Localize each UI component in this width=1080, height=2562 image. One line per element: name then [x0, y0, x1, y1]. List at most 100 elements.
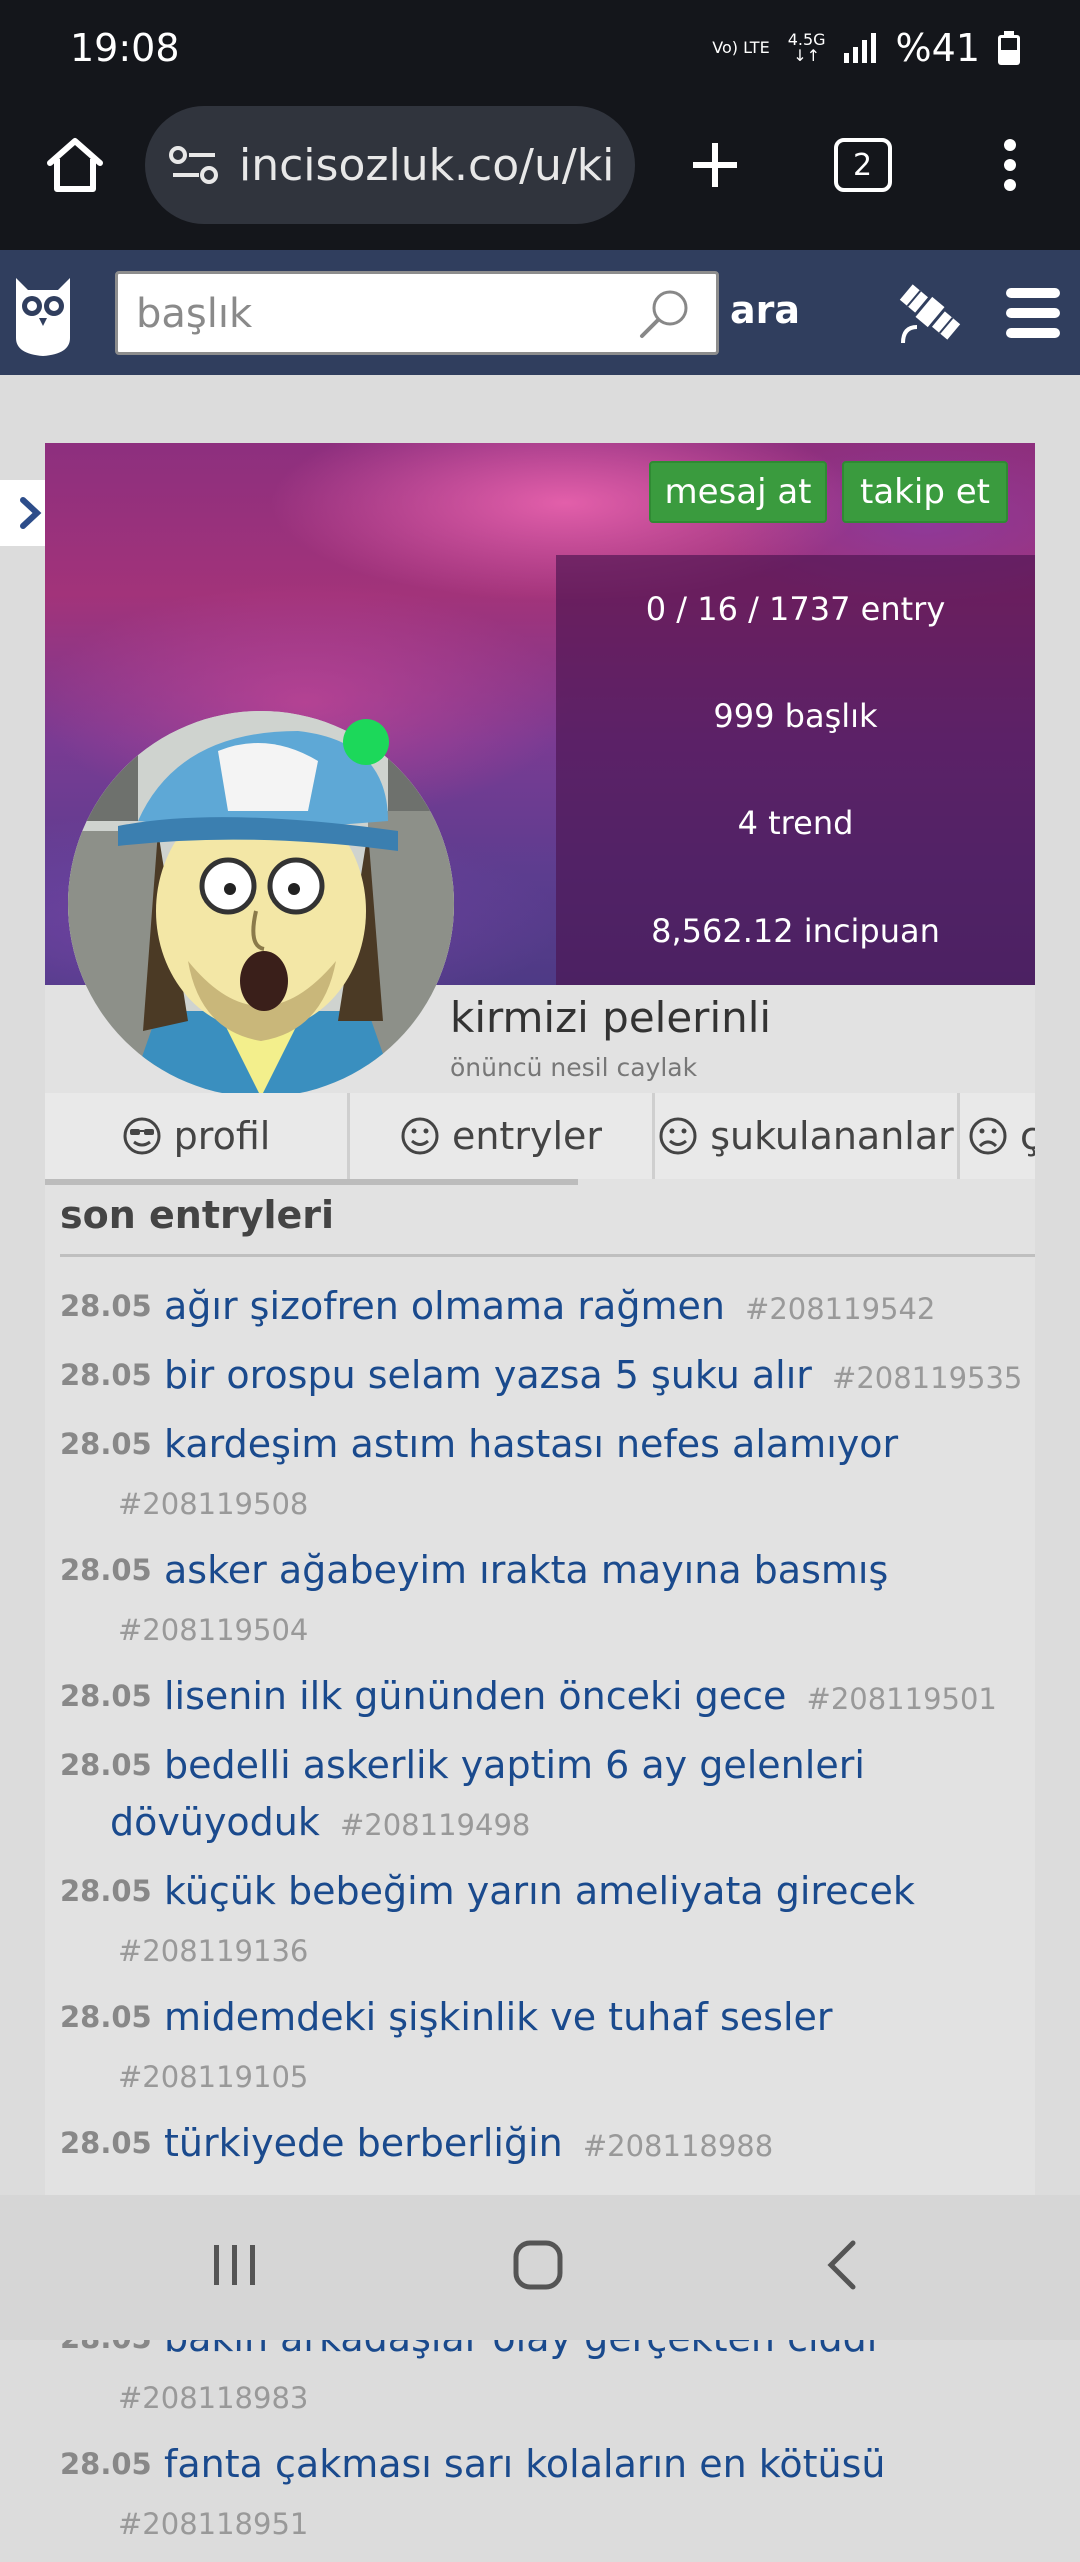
list-item[interactable]: 28.05 bir orospu selam yazsa 5 şuku alır … — [60, 1347, 1035, 1407]
entry-date: 28.05 — [60, 1358, 152, 1392]
new-tab-button[interactable] — [680, 130, 750, 200]
browser-menu-button[interactable] — [975, 130, 1045, 200]
tab-cuklananlar[interactable]: ç — [960, 1093, 1035, 1179]
list-item[interactable]: 28.05 bedelli askerlik yaptim 6 ay gelenl… — [60, 1737, 1035, 1854]
plus-icon — [693, 143, 737, 187]
tab-sukulananlar[interactable]: şukulananlar — [655, 1093, 960, 1179]
entry-title-link[interactable]: kardeşim astım hastası nefes alamıyor — [164, 1422, 898, 1466]
entry-id-link[interactable]: #208119535 — [832, 1361, 1022, 1395]
address-bar[interactable]: incisozluk.co/u/ki — [145, 106, 635, 224]
site-logo[interactable] — [8, 268, 78, 358]
entry-title-link[interactable]: küçük bebeğim yarın ameliyata girecek — [164, 1869, 915, 1913]
chevron-right-icon — [20, 497, 42, 529]
home-icon — [47, 138, 103, 192]
back-icon — [827, 2240, 856, 2290]
entry-date: 28.05 — [60, 2126, 152, 2160]
entry-date: 28.05 — [60, 1874, 152, 1908]
home-nav-button[interactable] — [503, 2230, 573, 2300]
entry-body: lisenin ilk gününden önceki gece #208119… — [110, 1668, 1035, 1728]
smile-icon — [659, 1117, 697, 1155]
entry-id-link[interactable]: #208118983 — [118, 2381, 308, 2415]
entry-id-link[interactable]: #208119136 — [118, 1934, 308, 1968]
entry-title-link[interactable]: bir orospu selam yazsa 5 şuku alır — [164, 1353, 812, 1397]
entry-body: kardeşim astım hastası nefes alamıyor #2… — [110, 1416, 1035, 1533]
satellite-button[interactable] — [890, 272, 970, 352]
status-icons: Vo) LTE 4.5G ↓↑ %41 — [712, 26, 1020, 70]
search-box — [115, 271, 719, 355]
battery-percent: %41 — [895, 26, 980, 70]
entry-id-link[interactable]: #208119105 — [118, 2060, 308, 2094]
tab-profil[interactable]: profil — [45, 1093, 350, 1179]
tab-entryler-label: entryler — [451, 1114, 603, 1158]
list-item[interactable]: 28.05 fanta çakması sarı kolaların en köt… — [60, 2436, 1035, 2553]
satellite-icon — [899, 284, 961, 344]
battery-icon — [998, 31, 1020, 65]
entry-date: 28.05 — [60, 1748, 152, 1782]
stat-title-count: 999 başlık — [713, 697, 878, 735]
tab-switcher-button[interactable]: 2 — [830, 135, 895, 195]
entry-body: küçük bebeğim yarın ameliyata girecek #2… — [110, 1863, 1035, 1980]
entry-body: asker ağabeyim ırakta mayına basmış #208… — [110, 1542, 1035, 1659]
search-input[interactable] — [118, 274, 638, 354]
home-nav-icon — [513, 2240, 563, 2290]
search-button[interactable]: ara — [730, 288, 800, 332]
entry-title-link[interactable]: fanta çakması sarı kolaların en kötüsü — [164, 2442, 886, 2486]
list-item[interactable]: 28.05 küçük bebeğim yarın ameliyata girec… — [60, 1863, 1035, 1980]
follow-button[interactable]: takip et — [842, 461, 1008, 523]
entry-title-link[interactable]: türkiyede berberliğin — [164, 2121, 563, 2165]
status-bar: 19:08 Vo) LTE 4.5G ↓↑ %41 — [0, 0, 1080, 100]
stat-trend-count: 4 trend — [737, 804, 854, 842]
signal-icon — [843, 33, 876, 63]
tab-sukulananlar-label: şukulananlar — [710, 1114, 954, 1158]
entry-id-link[interactable]: #208118988 — [583, 2129, 773, 2163]
entry-body: türkiyede berberliğin #208118988 — [110, 2115, 1035, 2175]
home-button[interactable] — [40, 130, 110, 200]
section-divider — [60, 1254, 1035, 1257]
site-settings-icon — [169, 146, 218, 184]
entry-date: 28.05 — [60, 1289, 152, 1323]
tab-count: 2 — [833, 138, 892, 192]
entry-date: 28.05 — [60, 2000, 152, 2034]
back-nav-button[interactable] — [808, 2230, 878, 2300]
list-item[interactable]: 28.05 türkiyede berberliğin #208118988 — [60, 2115, 1035, 2175]
profile-rank: önüncü nesil caylak — [450, 1053, 698, 1082]
network-speed-indicator: 4.5G ↓↑ — [787, 30, 826, 65]
entry-id-link[interactable]: #208119498 — [340, 1808, 530, 1842]
entry-id-link[interactable]: #208119501 — [807, 1682, 997, 1716]
system-nav-bar — [0, 2195, 1080, 2340]
smile-icon — [401, 1117, 439, 1155]
recent-apps-icon — [214, 2245, 255, 2285]
status-time: 19:08 — [70, 26, 180, 70]
section-title: son entryleri — [60, 1193, 335, 1237]
entry-id-link[interactable]: #208118951 — [118, 2507, 308, 2541]
profile-tabs: profil entryler şukulananlar ç — [45, 1093, 1035, 1185]
list-item[interactable]: 28.05 lisenin ilk gününden önceki gece #2… — [60, 1668, 1035, 1728]
profile-card: mesaj at takip et 0 / 16 / 1737 entry 99… — [45, 443, 1035, 2541]
avatar[interactable] — [68, 711, 454, 1097]
entry-date: 28.05 — [60, 2447, 152, 2481]
hamburger-icon — [1006, 288, 1060, 338]
entry-id-link[interactable]: #208119542 — [745, 1292, 935, 1326]
recent-apps-button[interactable] — [200, 2230, 270, 2300]
entry-title-link[interactable]: midemdeki şişkinlik ve tuhaf sesler — [164, 1995, 833, 2039]
more-vert-icon — [1004, 139, 1016, 191]
entry-body: fanta çakması sarı kolaların en kötüsü #… — [110, 2436, 1035, 2553]
list-item[interactable]: 28.05 midemdeki şişkinlik ve tuhaf sesler… — [60, 1989, 1035, 2106]
entry-id-link[interactable]: #208119504 — [118, 1613, 308, 1647]
owl-logo-icon — [16, 278, 70, 356]
entry-title-link[interactable]: ağır şizofren olmama rağmen — [164, 1284, 725, 1328]
tab-entryler[interactable]: entryler — [350, 1093, 655, 1179]
search-icon[interactable] — [636, 284, 696, 344]
entry-date: 28.05 — [60, 1679, 152, 1713]
entry-id-link[interactable]: #208119508 — [118, 1487, 308, 1521]
list-item[interactable]: 28.05 ağır şizofren olmama rağmen #208119… — [60, 1278, 1035, 1338]
list-item[interactable]: 28.05 asker ağabeyim ırakta mayına basmış… — [60, 1542, 1035, 1659]
profile-stats: 0 / 16 / 1737 entry 999 başlık 4 trend 8… — [556, 555, 1035, 985]
entry-title-link[interactable]: lisenin ilk gününden önceki gece — [164, 1674, 786, 1718]
send-message-button[interactable]: mesaj at — [649, 461, 827, 523]
list-item[interactable]: 28.05 kardeşim astım hastası nefes alamıy… — [60, 1416, 1035, 1533]
entry-title-link[interactable]: asker ağabeyim ırakta mayına basmış — [164, 1548, 888, 1592]
active-tab-indicator — [45, 1179, 578, 1185]
entry-list: 28.05 ağır şizofren olmama rağmen #208119… — [60, 1278, 1035, 2562]
hamburger-menu-button[interactable] — [998, 280, 1068, 346]
